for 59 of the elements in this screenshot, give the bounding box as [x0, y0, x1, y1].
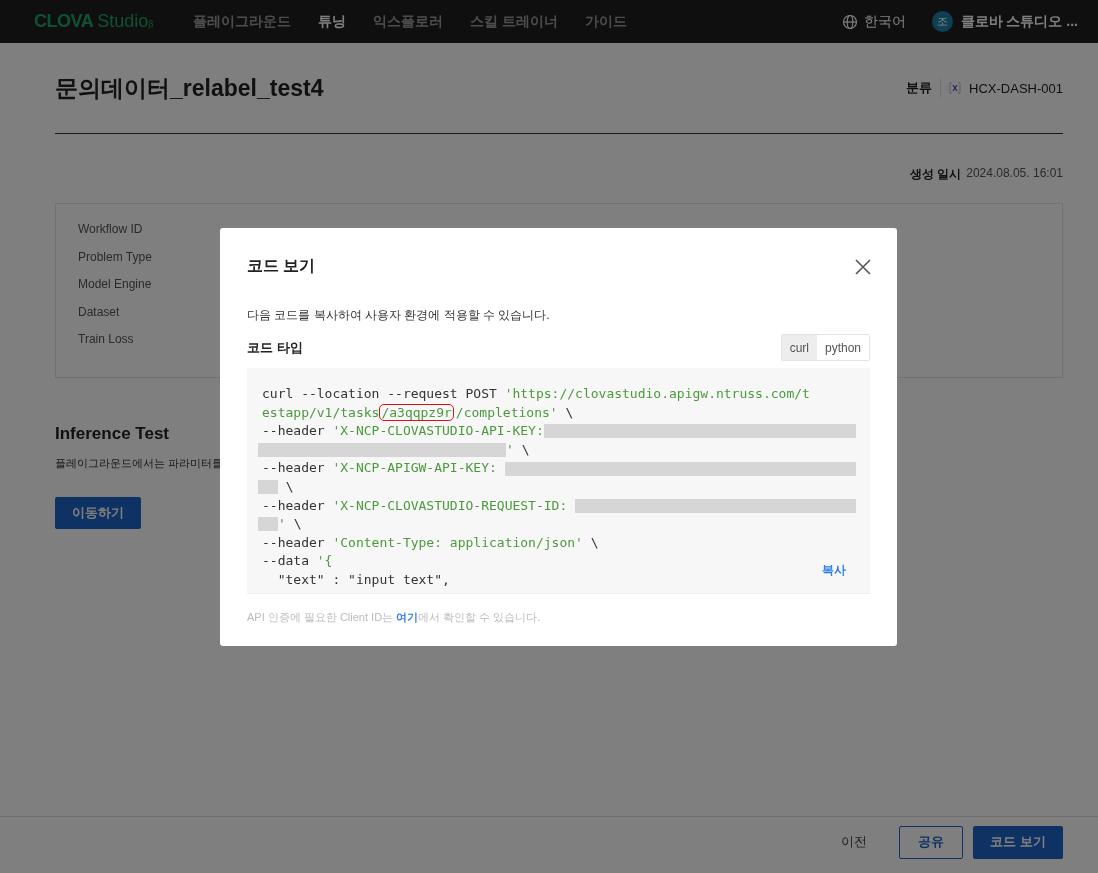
dialog-title: 코드 보기 — [247, 256, 316, 276]
code-text: --header — [262, 533, 326, 552]
code-text: --header — [262, 496, 326, 515]
section-title: Inference Test — [55, 424, 169, 444]
redacted-bar — [258, 480, 278, 495]
created-label: 생성 일시 — [909, 166, 962, 183]
nav-menu-item[interactable]: 스킬 트레이너 — [470, 12, 559, 31]
code-text: \ — [520, 440, 530, 459]
view-code-button[interactable]: 코드 보기 — [973, 825, 1063, 859]
copy-link[interactable]: 복사 — [822, 562, 846, 579]
code-text: \ — [284, 477, 294, 496]
client-id-note: API 인증에 필요한 Client ID는 여기에서 확인할 수 있습니다. — [247, 610, 542, 625]
model-name: HCX-DASH-001 — [969, 80, 1063, 96]
section-description: 플레이그라운드에서는 파라미터를 — [55, 456, 224, 471]
created-date: 2024.08.05. 16:01 — [966, 166, 1063, 182]
page-title: 문의데이터_relabel_test4 — [55, 73, 324, 103]
language-selector[interactable]: 한국어 — [841, 12, 906, 31]
info-label: Train Loss — [78, 332, 134, 348]
code-text: "text" : "input text", — [276, 570, 450, 589]
code-text: curl --location --request POST — [262, 385, 498, 403]
code-text: \ — [292, 515, 302, 534]
globe-icon — [841, 13, 858, 30]
code-text: --header — [262, 422, 326, 441]
code-text: '{ — [316, 552, 333, 571]
user-name[interactable]: 클로바 스튜디오 ... — [960, 12, 1078, 31]
info-label: Model Engine — [78, 277, 152, 293]
category-label: 분류 — [906, 79, 942, 97]
nav-menu-item[interactable]: 익스플로러 — [373, 12, 444, 31]
code-type-label: 코드 타입 — [247, 338, 303, 357]
share-button[interactable]: 공유 — [899, 825, 963, 859]
here-link[interactable]: 여기 — [396, 611, 419, 623]
code-text: ' — [506, 440, 514, 459]
nav-menu-item[interactable]: 튜닝 — [318, 12, 347, 31]
previous-button[interactable]: 이전 — [835, 832, 873, 852]
info-label: Dataset — [78, 304, 120, 321]
code-text: 'X-NCP-APIGW-API-KEY: — [332, 459, 498, 478]
highlighted-code-text: /a3qqpz9r — [379, 404, 454, 422]
code-text: 'X-NCP-CLOVASTUDIO-API-KEY: — [332, 422, 544, 441]
user-avatar[interactable]: 조 — [931, 11, 953, 32]
code-text: ' — [278, 515, 286, 534]
redacted-bar — [258, 517, 278, 532]
code-text: 'X-NCP-CLOVASTUDIO-REQUEST-ID: — [332, 496, 569, 515]
code-text: 'Content-Type: application/json' — [332, 533, 583, 552]
close-icon[interactable] — [855, 258, 871, 275]
code-text: --header — [262, 459, 326, 478]
code-text: --data — [262, 552, 310, 571]
code-text: \ — [564, 403, 574, 422]
move-button[interactable]: 이동하기 — [55, 497, 141, 529]
code-type-tab[interactable]: curl — [781, 335, 817, 360]
model-icon — [949, 82, 962, 94]
nav-menu-item[interactable]: 플레이그라운드 — [193, 12, 292, 31]
code-text: estapp/v1/tasks — [262, 403, 380, 422]
dialog-description: 다음 코드를 복사하여 사용자 환경에 적용할 수 있습니다. — [247, 307, 551, 324]
info-label: Workflow ID — [78, 222, 143, 238]
code-text: \ — [589, 533, 599, 552]
info-label: Problem Type — [78, 249, 152, 266]
nav-menu-item[interactable]: 가이드 — [585, 12, 628, 31]
code-text: 'https://clovastudio.apigw.ntruss.com/t — [504, 385, 810, 403]
code-text: /completions' — [455, 403, 558, 422]
